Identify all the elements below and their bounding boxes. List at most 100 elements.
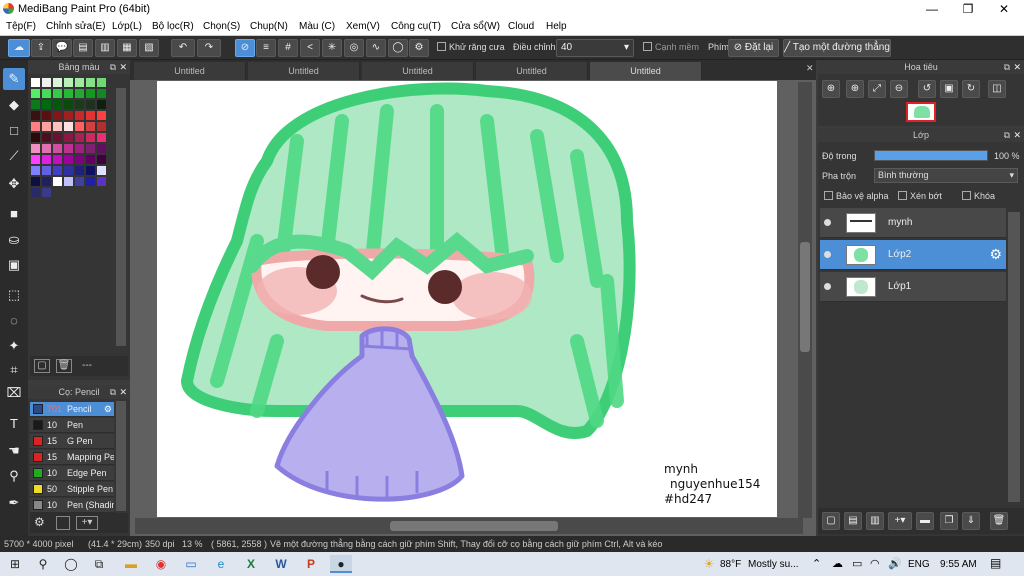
gradient-tool-icon[interactable]: ▣ bbox=[3, 254, 25, 276]
color-swatch[interactable] bbox=[42, 133, 51, 142]
color-swatch[interactable] bbox=[64, 78, 73, 87]
windows-start-icon[interactable]: ⊞ bbox=[6, 555, 24, 573]
color-swatch[interactable] bbox=[86, 89, 95, 98]
chevron-up-icon[interactable]: ⌃ bbox=[812, 557, 821, 570]
color-swatch[interactable] bbox=[31, 133, 40, 142]
select-pen-icon[interactable]: ⌗ bbox=[3, 359, 25, 381]
color-swatch[interactable] bbox=[75, 177, 84, 186]
delete-color-icon[interactable]: 🗑 bbox=[56, 359, 72, 373]
add-color-icon[interactable]: ▢ bbox=[34, 359, 50, 373]
grid-icon[interactable]: ▧ bbox=[139, 39, 159, 57]
cloud-icon[interactable]: ☁ bbox=[8, 39, 30, 57]
color-swatch[interactable] bbox=[75, 144, 84, 153]
color-swatch[interactable] bbox=[86, 100, 95, 109]
share-icon[interactable]: ⇪ bbox=[31, 39, 51, 57]
brush-tool-icon[interactable]: ✎ bbox=[3, 68, 25, 90]
zoom-out-icon[interactable]: ⊖ bbox=[890, 80, 908, 98]
close-icon[interactable]: ✕ bbox=[119, 385, 127, 399]
menu-file[interactable]: Tệp(F) bbox=[6, 21, 36, 32]
close-icon[interactable]: ✕ bbox=[1013, 60, 1021, 74]
new-layer-icon[interactable]: ▢ bbox=[822, 512, 840, 530]
brush-item[interactable]: 15 G Pen bbox=[30, 434, 114, 449]
visibility-icon[interactable] bbox=[824, 219, 831, 226]
color-swatch[interactable] bbox=[31, 111, 40, 120]
powerpoint-icon[interactable]: P bbox=[302, 555, 320, 573]
add-brush-icon[interactable]: +▾ bbox=[76, 516, 98, 530]
scroll-thumb[interactable] bbox=[800, 242, 810, 352]
layer-scrollbar[interactable] bbox=[1008, 212, 1020, 502]
color-swatch[interactable] bbox=[86, 177, 95, 186]
brush-item[interactable]: 15 Mapping Pen bbox=[30, 450, 114, 465]
move-tool-icon[interactable]: ✥ bbox=[3, 173, 25, 195]
canvas-horizontal-scrollbar[interactable] bbox=[135, 518, 803, 534]
rectangle-tool-icon[interactable]: □ bbox=[3, 120, 25, 142]
no-snap-icon[interactable]: ⊘ bbox=[235, 39, 255, 57]
layer-row-selected[interactable]: Lớp2 ⚙ bbox=[820, 240, 1006, 270]
flip-icon[interactable]: ◫ bbox=[988, 80, 1006, 98]
scroll-thumb[interactable] bbox=[390, 521, 558, 531]
duplicate-icon[interactable]: ❐ bbox=[940, 512, 958, 530]
antialias-checkbox[interactable]: Khử răng cưa bbox=[437, 42, 505, 52]
line-tool-icon[interactable]: ⟋ bbox=[3, 145, 25, 167]
color-swatch[interactable] bbox=[64, 100, 73, 109]
layer-row[interactable]: Lớp1 bbox=[820, 272, 1006, 302]
fill-rect-tool-icon[interactable]: ■ bbox=[3, 203, 25, 225]
lasso-tool-icon[interactable]: ◌ bbox=[3, 310, 25, 332]
tab-untitled-5[interactable]: Untitled bbox=[590, 62, 702, 80]
gear-icon[interactable]: ⚙ bbox=[989, 246, 1002, 263]
color-swatch[interactable] bbox=[53, 133, 62, 142]
color-swatch[interactable] bbox=[42, 144, 51, 153]
lock-checkbox[interactable]: Khóa bbox=[962, 191, 995, 201]
word-icon[interactable]: W bbox=[272, 555, 290, 573]
adjust-select[interactable]: 40 ▾ bbox=[556, 39, 634, 57]
network-icon[interactable]: ▭ bbox=[852, 557, 862, 570]
color-swatch[interactable] bbox=[75, 100, 84, 109]
radial-snap-icon[interactable]: ✳ bbox=[322, 39, 342, 57]
curve-snap-icon[interactable]: ∿ bbox=[366, 39, 386, 57]
color-swatch[interactable] bbox=[97, 155, 106, 164]
chat-icon[interactable]: ▤ bbox=[73, 39, 93, 57]
color-swatch[interactable] bbox=[53, 155, 62, 164]
canvas-vertical-scrollbar[interactable] bbox=[798, 82, 812, 518]
layout-icon[interactable]: ▦ bbox=[117, 39, 137, 57]
excel-icon[interactable]: X bbox=[242, 555, 260, 573]
color-swatch[interactable] bbox=[42, 177, 51, 186]
popout-icon[interactable]: ⧉ bbox=[110, 60, 116, 74]
text-tool-icon[interactable]: T bbox=[3, 413, 25, 435]
undo-icon[interactable]: ↶ bbox=[171, 39, 195, 57]
color-swatch[interactable] bbox=[97, 100, 106, 109]
color-swatch[interactable] bbox=[53, 89, 62, 98]
color-swatch[interactable] bbox=[42, 188, 51, 197]
color-swatch[interactable] bbox=[75, 122, 84, 131]
magic-wand-icon[interactable]: ✦ bbox=[3, 335, 25, 357]
color-swatch[interactable] bbox=[53, 111, 62, 120]
menu-window[interactable]: Cửa sổ(W) bbox=[451, 21, 500, 32]
edge-browser-icon[interactable]: e bbox=[212, 555, 230, 573]
color-swatch[interactable] bbox=[86, 78, 95, 87]
brush-item[interactable]: 10 Pen (Shading) bbox=[30, 498, 114, 513]
color-swatch[interactable] bbox=[64, 155, 73, 164]
drawing-canvas[interactable]: mynh nguyenhue154 #hd247 bbox=[157, 81, 777, 517]
color-swatch[interactable] bbox=[97, 111, 106, 120]
brush-scrollbar[interactable] bbox=[116, 401, 126, 511]
select-tool-icon[interactable]: ⬚ bbox=[3, 284, 25, 306]
color-swatch[interactable] bbox=[75, 133, 84, 142]
color-swatch[interactable] bbox=[42, 111, 51, 120]
maximize-button[interactable]: ❐ bbox=[950, 0, 986, 18]
circle-snap-icon[interactable]: ◎ bbox=[344, 39, 364, 57]
color-swatch[interactable] bbox=[97, 144, 106, 153]
color-swatch[interactable] bbox=[31, 78, 40, 87]
menu-help[interactable]: Help bbox=[546, 21, 567, 32]
color-swatch[interactable] bbox=[64, 133, 73, 142]
blend-select[interactable]: Bình thường ▾ bbox=[874, 168, 1018, 183]
file-explorer-icon[interactable]: ▬ bbox=[122, 555, 140, 573]
zoom-in-icon[interactable]: ⊕ bbox=[822, 80, 840, 98]
volume-icon[interactable]: 🔊 bbox=[888, 557, 902, 570]
visibility-icon[interactable] bbox=[824, 251, 831, 258]
panel-icon[interactable]: ▥ bbox=[95, 39, 115, 57]
zoom-in-alt-icon[interactable]: ⊕ bbox=[846, 80, 864, 98]
close-icon[interactable]: ✕ bbox=[1013, 128, 1021, 142]
brush-item[interactable]: 50 Stipple Pen bbox=[30, 482, 114, 497]
folder-icon[interactable]: ▬ bbox=[916, 512, 934, 530]
new-halftone-layer-icon[interactable]: ▤ bbox=[844, 512, 862, 530]
